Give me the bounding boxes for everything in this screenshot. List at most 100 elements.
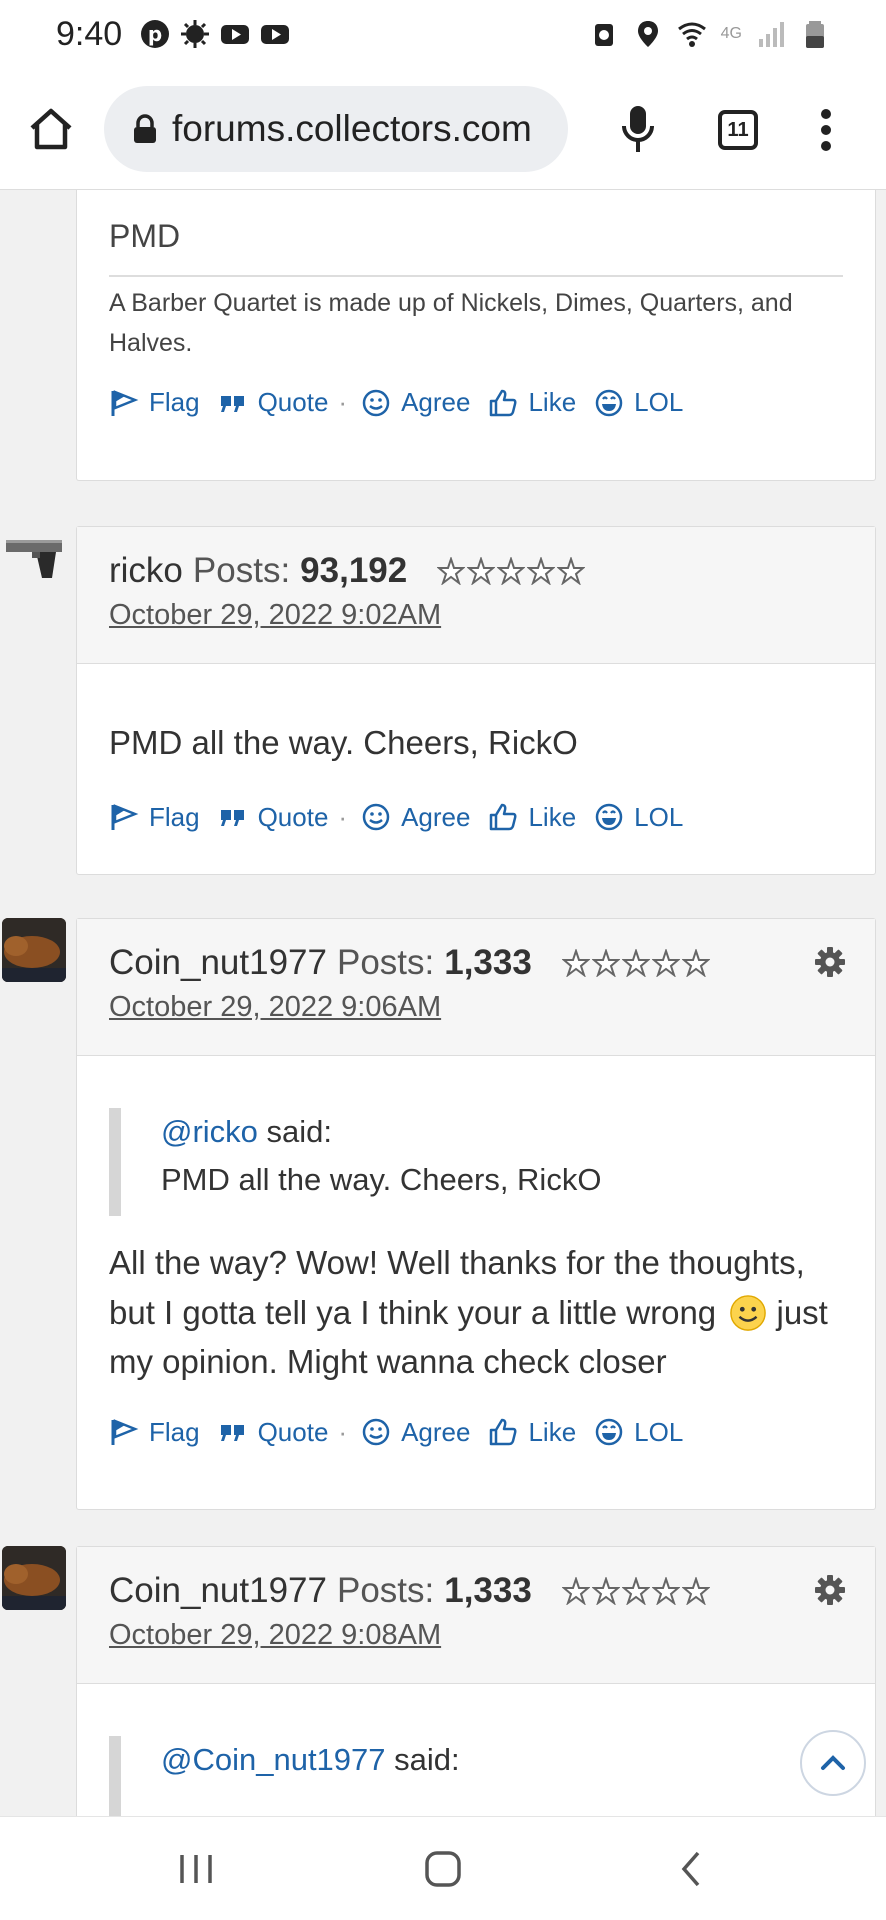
smile-icon — [362, 1418, 390, 1446]
pinterest-icon: p — [141, 20, 170, 48]
flag-button[interactable]: Flag — [109, 802, 200, 833]
quote-mention-link[interactable]: @ricko — [161, 1114, 258, 1149]
posts-label: Posts: — [336, 1571, 435, 1610]
star-icon — [561, 949, 590, 977]
signal-icon — [759, 22, 784, 47]
star-icon — [497, 557, 526, 585]
quote-said: said: — [257, 1114, 333, 1149]
star-icon — [681, 1577, 710, 1605]
star-icon — [621, 1577, 650, 1605]
lock-icon — [134, 114, 156, 143]
thumbs-up-icon — [490, 1418, 517, 1446]
gear-icon[interactable] — [815, 1575, 845, 1605]
star-icon — [651, 949, 680, 977]
network-4g-icon: 4G — [720, 25, 742, 42]
battery-icon — [806, 21, 824, 48]
author-name[interactable]: Coin_nut1977 — [109, 1571, 327, 1611]
gear-icon[interactable] — [815, 947, 845, 977]
youtube-icon — [221, 25, 250, 44]
post-date[interactable]: October 29, 2022 9:08AM — [109, 1619, 843, 1652]
agree-label: Agree — [401, 1416, 471, 1447]
like-button[interactable]: Like — [488, 387, 576, 418]
author-name[interactable]: Coin_nut1977 — [109, 943, 327, 983]
status-bar: 9:40 p 4G — [0, 0, 886, 68]
laugh-icon — [595, 389, 623, 416]
svg-text:p: p — [148, 22, 162, 46]
separator: · — [338, 387, 348, 417]
browser-toolbar: forums.collectors.com 11 — [0, 68, 886, 190]
post-date[interactable]: October 29, 2022 9:02AM — [109, 599, 843, 632]
avatar[interactable] — [2, 1546, 66, 1610]
posts-count: 1,333 — [444, 943, 532, 982]
flag-label: Flag — [149, 1416, 200, 1447]
thumbs-up-icon — [490, 389, 517, 416]
star-icon — [437, 557, 466, 585]
lol-button[interactable]: LOL — [594, 387, 683, 418]
author-name[interactable]: ricko — [109, 551, 183, 591]
lol-button[interactable]: LOL — [594, 1417, 683, 1448]
settings-sun-icon — [181, 20, 210, 48]
wifi-icon — [677, 22, 706, 47]
agree-button[interactable]: Agree — [361, 1417, 470, 1448]
back-icon[interactable] — [672, 1849, 712, 1889]
like-label: Like — [528, 1416, 577, 1447]
agree-label: Agree — [401, 387, 471, 417]
like-label: Like — [528, 387, 577, 417]
flag-button[interactable]: Flag — [109, 387, 200, 418]
agree-button[interactable]: Agree — [361, 387, 470, 418]
like-button[interactable]: Like — [488, 802, 576, 833]
star-icon — [467, 557, 496, 585]
recent-apps-icon[interactable] — [176, 1849, 216, 1889]
quote-button[interactable]: Quote — [218, 801, 329, 833]
scroll-to-top-button[interactable] — [800, 1730, 866, 1796]
signature-title: PMD — [109, 190, 843, 277]
avatar[interactable] — [2, 528, 66, 592]
tab-switcher-button[interactable]: 11 — [718, 110, 758, 150]
youtube-icon — [261, 25, 290, 44]
flag-icon — [111, 1419, 139, 1445]
flag-button[interactable]: Flag — [109, 1417, 200, 1448]
quote-mention-link[interactable]: @Coin_nut1977 — [161, 1742, 386, 1777]
quote-label: Quote — [257, 801, 329, 832]
post-message: PMD all the way. Cheers, RickO — [109, 724, 578, 761]
post-actions: Flag Quote · Agree Like LOL — [109, 802, 843, 833]
post-card: Coin_nut1977 Posts: 1,333 October 29, 20… — [76, 1546, 876, 1816]
post-card: Coin_nut1977 Posts: 1,333 October 29, 20… — [76, 918, 876, 1510]
more-menu-icon[interactable] — [812, 108, 840, 152]
lol-label: LOL — [634, 387, 684, 417]
post-date[interactable]: October 29, 2022 9:06AM — [109, 991, 843, 1024]
lol-button[interactable]: LOL — [594, 802, 683, 833]
post-actions: Flag Quote · Agree Like LOL — [109, 387, 843, 418]
quote-label: Quote — [257, 1416, 329, 1447]
star-icon — [591, 949, 620, 977]
flag-label: Flag — [149, 387, 200, 417]
forum-thread: PMD A Barber Quartet is made up of Nicke… — [0, 190, 886, 1816]
microphone-icon[interactable] — [620, 104, 656, 154]
quote-button[interactable]: Quote — [218, 387, 328, 418]
avatar[interactable] — [2, 918, 66, 982]
recycle-icon — [594, 24, 613, 46]
star-icon — [681, 949, 710, 977]
home-icon[interactable] — [28, 106, 74, 152]
address-bar[interactable]: forums.collectors.com — [104, 86, 568, 172]
smile-icon — [362, 389, 390, 416]
posts-count: 93,192 — [300, 551, 408, 590]
agree-button[interactable]: Agree — [361, 802, 470, 833]
quote-said: said: — [385, 1742, 460, 1777]
post-actions: Flag Quote · Agree Like LOL — [109, 1417, 843, 1448]
agree-label: Agree — [401, 801, 471, 832]
system-navigation-bar — [0, 1816, 886, 1920]
flag-icon — [111, 389, 139, 416]
rank-stars — [561, 949, 710, 977]
like-button[interactable]: Like — [488, 1417, 576, 1448]
pistol-avatar-image — [6, 540, 62, 578]
like-label: Like — [528, 801, 577, 832]
posts-label: Posts: — [192, 551, 291, 590]
smile-icon — [362, 803, 390, 831]
home-nav-icon[interactable] — [423, 1849, 463, 1889]
star-icon — [557, 557, 586, 585]
quote-button[interactable]: Quote — [218, 1416, 329, 1448]
separator: · — [338, 1416, 348, 1447]
star-icon — [591, 1577, 620, 1605]
url-text: forums.collectors.com — [172, 108, 532, 149]
